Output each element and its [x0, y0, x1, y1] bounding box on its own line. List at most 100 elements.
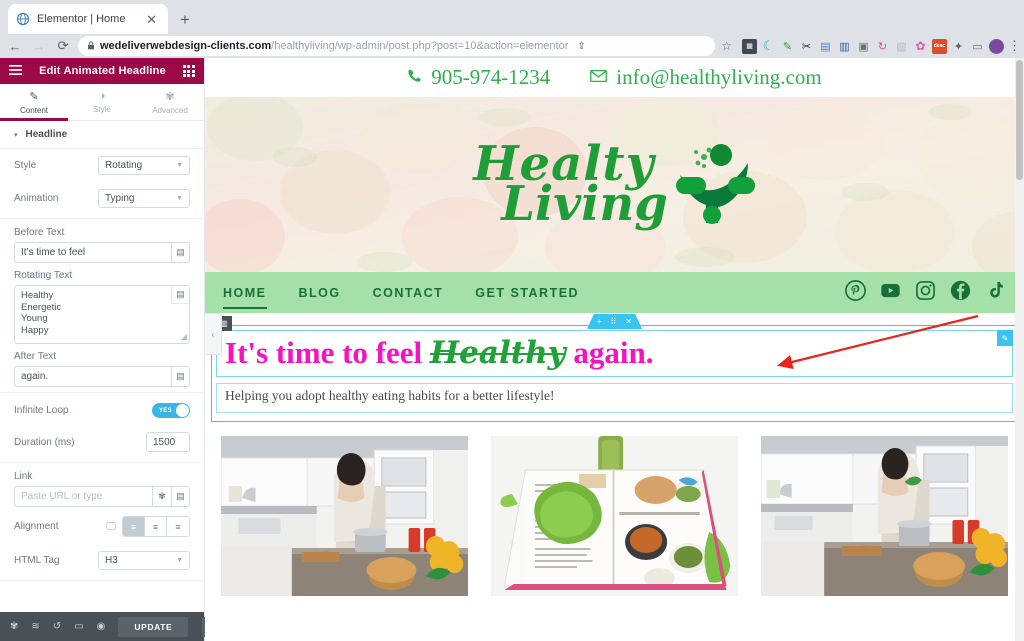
reload-button[interactable]: ⟳	[54, 37, 72, 55]
pencil-icon[interactable]: ✎	[997, 330, 1013, 346]
database-icon[interactable]: ▤	[171, 286, 189, 304]
delete-section-icon[interactable]: ✕	[625, 317, 632, 326]
update-button[interactable]: UPDATE	[118, 616, 189, 637]
animated-headline-widget[interactable]: ▥ ✎ It's time to feel Healthy again.	[216, 316, 1013, 378]
side-panel-icon[interactable]: ▭	[970, 39, 985, 54]
widgets-grid-icon[interactable]	[182, 65, 195, 77]
after-text-input[interactable]: again.	[14, 366, 171, 387]
desc-extension-icon[interactable]: desc	[932, 38, 947, 54]
open-cookbook-with-lettuce-image[interactable]	[491, 436, 738, 597]
profile-avatar[interactable]	[989, 38, 1004, 54]
gear-icon[interactable]: ✾	[152, 486, 171, 507]
database-icon[interactable]: ▤	[171, 366, 190, 387]
new-tab-button[interactable]: +	[180, 10, 190, 30]
tab-style-label: Style	[93, 105, 111, 114]
browser-menu-icon[interactable]: ⋮	[1008, 39, 1021, 52]
history-icon[interactable]: ↺	[53, 621, 61, 632]
panel-tabs: ✎ Content ◑ Style ✾ Advanced	[0, 84, 204, 121]
eyedropper-extension-icon[interactable]: ✎	[780, 39, 795, 54]
database-icon[interactable]: ▤	[171, 486, 190, 507]
chevron-down-icon: ▼	[176, 557, 183, 564]
book-extension-icon[interactable]: ▥	[837, 39, 852, 54]
add-section-icon[interactable]: +	[597, 317, 602, 326]
hero-headline: It's time to feel Healthy again.	[225, 336, 1004, 370]
preview-eye-icon[interactable]: ◉	[97, 621, 106, 632]
scrollbar-thumb[interactable]	[1016, 60, 1023, 180]
ruler-extension-icon[interactable]: ✂	[799, 39, 814, 54]
section-headline-label: Headline	[25, 129, 68, 140]
phone-number: 905-974-1234	[431, 65, 551, 89]
woman-cooking-kitchen-image[interactable]	[221, 436, 468, 597]
moon-extension-icon[interactable]: ☾	[761, 38, 776, 54]
tab-advanced[interactable]: ✾ Advanced	[136, 84, 204, 120]
colorzilla-extension-icon[interactable]: ✿	[913, 39, 928, 54]
site-navbar: HOME BLOG CONTACT GET STARTED	[205, 272, 1024, 313]
align-left-button[interactable]: ≡	[123, 517, 145, 536]
subheadline-widget[interactable]: Helping you adopt healthy eating habits …	[216, 383, 1013, 414]
selected-section[interactable]: + ⠿ ✕ ▥ ✎ It's time to feel Healthy agai…	[211, 316, 1018, 423]
site-logo[interactable]: Healty Living	[205, 97, 1024, 272]
chevron-down-icon: ▾	[14, 131, 18, 139]
browser-chrome: Elementor | Home ✕ + ← → ⟳ wedeliverwebd…	[0, 0, 1024, 58]
share-icon[interactable]: ⇪	[573, 41, 585, 52]
pinterest-icon[interactable]	[845, 279, 866, 306]
nav-item-home[interactable]: HOME	[223, 272, 267, 313]
control-animation: Animation Typing ▼	[0, 182, 204, 215]
duration-input[interactable]: 1500	[146, 432, 190, 452]
puzzle-extensions-icon[interactable]: ✦	[951, 39, 966, 54]
alignment-group: ≡ ≡ ≡	[122, 516, 190, 537]
youtube-icon[interactable]	[880, 280, 901, 306]
facebook-icon[interactable]	[950, 280, 971, 306]
headline-after-text: again.	[565, 335, 654, 370]
align-center-button[interactable]: ≡	[145, 517, 167, 536]
calendar-extension-icon[interactable]: ▦	[742, 38, 757, 54]
back-button[interactable]: ←	[6, 37, 24, 55]
nav-item-get-started[interactable]: GET STARTED	[475, 272, 579, 313]
animation-label: Animation	[14, 193, 59, 204]
desktop-icon[interactable]: 🖵	[106, 521, 116, 532]
rotating-text-textarea[interactable]: Healthy Energetic Young Happy ◢	[14, 285, 190, 344]
align-right-button[interactable]: ≡	[167, 517, 189, 536]
address-bar[interactable]: wedeliverwebdesign-clients.com/healthyli…	[78, 36, 716, 56]
resize-handle-icon[interactable]: ◢	[181, 331, 187, 343]
phone-contact[interactable]: 905-974-1234	[407, 65, 550, 90]
tab-content[interactable]: ✎ Content	[0, 84, 68, 121]
style-select[interactable]: Rotating ▼	[98, 156, 190, 175]
section-headline-header[interactable]: ▾ Headline	[0, 121, 204, 149]
headline-before-text: It's time to feel	[225, 335, 430, 370]
panel-footer: ✾ ≋ ↺ ▭ ◉ UPDATE ▴	[0, 612, 218, 641]
infinite-loop-toggle[interactable]: YES	[152, 403, 190, 418]
document-extension-icon[interactable]: ▤	[818, 39, 833, 54]
tab-advanced-label: Advanced	[152, 105, 188, 115]
refresh-extension-icon[interactable]: ↻	[875, 39, 890, 54]
contrast-icon: ◑	[98, 90, 106, 102]
camera-extension-icon[interactable]: ▣	[856, 39, 871, 54]
bookmark-icon[interactable]: ☆	[721, 39, 732, 53]
html-tag-select[interactable]: H3 ▼	[98, 551, 190, 570]
email-contact[interactable]: info@healthyliving.com	[590, 65, 822, 90]
close-icon[interactable]: ✕	[143, 11, 160, 28]
tiktok-icon[interactable]	[985, 280, 1006, 306]
responsive-icon[interactable]: ▭	[74, 621, 83, 632]
grey-extension-icon[interactable]: ▨	[894, 39, 909, 54]
tab-style[interactable]: ◑ Style	[68, 84, 136, 120]
panel-title: Edit Animated Headline	[39, 65, 166, 77]
browser-tab[interactable]: Elementor | Home ✕	[8, 4, 168, 34]
database-icon[interactable]: ▤	[171, 242, 190, 263]
forward-button[interactable]: →	[30, 37, 48, 55]
settings-icon[interactable]: ✾	[10, 621, 18, 632]
animation-select[interactable]: Typing ▼	[98, 189, 190, 208]
hamburger-icon[interactable]	[9, 65, 22, 77]
editor-section-stage: ‹ + ⠿ ✕ ▥ ✎ It's time to feel Healthy ag…	[205, 313, 1024, 423]
image-cards-row	[205, 422, 1024, 597]
navigator-icon[interactable]: ≋	[31, 621, 39, 632]
nav-item-blog[interactable]: BLOG	[299, 272, 341, 313]
instagram-icon[interactable]	[915, 280, 936, 306]
preview-scrollbar[interactable]	[1015, 58, 1024, 641]
woman-cooking-kitchen-image-2[interactable]	[761, 436, 1008, 597]
before-text-input[interactable]: It's time to feel	[14, 242, 171, 263]
link-input[interactable]: Paste URL or type	[14, 486, 152, 507]
nav-item-contact[interactable]: CONTACT	[373, 272, 444, 313]
drag-section-icon[interactable]: ⠿	[611, 317, 617, 326]
collapse-panel-tab[interactable]: ‹	[205, 313, 222, 355]
